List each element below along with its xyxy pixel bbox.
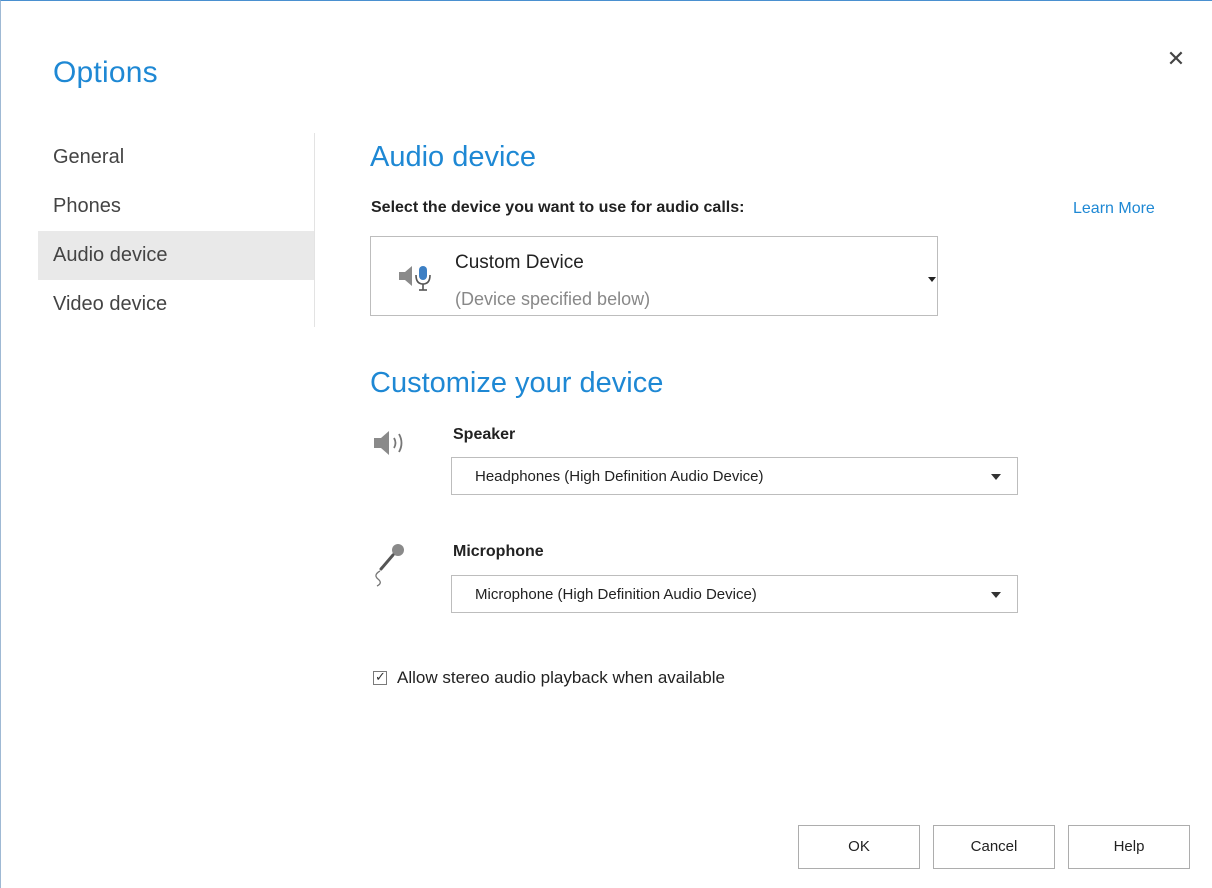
speaker-microphone-icon — [399, 266, 431, 291]
sidebar-item-video-device[interactable]: Video device — [38, 280, 314, 329]
device-name: Custom Device — [455, 252, 584, 273]
speaker-value: Headphones (High Definition Audio Device… — [475, 468, 764, 485]
chevron-down-icon — [991, 592, 1001, 598]
customize-heading: Customize your device — [370, 367, 664, 399]
learn-more-link[interactable]: Learn More — [1073, 200, 1155, 218]
chevron-down-icon — [928, 277, 936, 282]
close-icon[interactable]: ✕ — [1163, 46, 1189, 72]
speaker-select[interactable]: Headphones (High Definition Audio Device… — [451, 457, 1018, 495]
audio-device-heading: Audio device — [370, 141, 537, 173]
microphone-icon — [375, 544, 404, 587]
stereo-audio-checkbox[interactable]: ✓ — [373, 669, 387, 685]
audio-device-select[interactable]: Custom Device (Device specified below) — [370, 236, 938, 316]
chevron-down-icon — [991, 474, 1001, 480]
ok-button[interactable]: OK — [798, 825, 920, 869]
options-dialog: Options ✕ General Phones Audio device Vi… — [0, 0, 1212, 888]
microphone-label: Microphone — [453, 543, 544, 560]
speaker-icon — [374, 431, 403, 455]
device-prompt: Select the device you want to use for au… — [371, 199, 745, 216]
sidebar-item-phones[interactable]: Phones — [38, 182, 314, 231]
dialog-title: Options — [53, 56, 158, 89]
help-button[interactable]: Help — [1068, 825, 1190, 869]
speaker-label: Speaker — [453, 426, 516, 443]
microphone-value: Microphone (High Definition Audio Device… — [475, 586, 757, 603]
cancel-button[interactable]: Cancel — [933, 825, 1055, 869]
sidebar: General Phones Audio device Video device — [38, 133, 315, 327]
sidebar-item-general[interactable]: General — [38, 133, 314, 182]
stereo-audio-label: Allow stereo audio playback when availab… — [397, 668, 725, 687]
sidebar-item-audio-device[interactable]: Audio device — [38, 231, 314, 280]
device-subtitle: (Device specified below) — [455, 289, 651, 309]
microphone-select[interactable]: Microphone (High Definition Audio Device… — [451, 575, 1018, 613]
checkmark-icon: ✓ — [375, 669, 386, 684]
